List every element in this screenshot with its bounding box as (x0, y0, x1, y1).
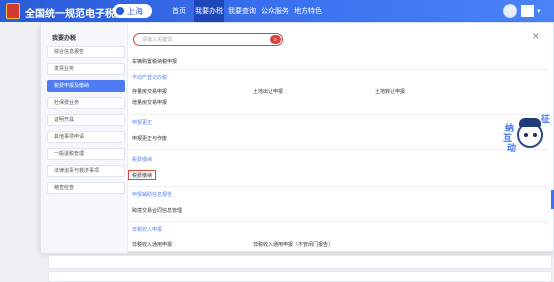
link-land-out[interactable]: 土地出让申报 (253, 88, 283, 95)
mascot-char: 动 (507, 144, 517, 154)
nav-home[interactable]: 首页 (167, 0, 191, 22)
user-avatar-icon[interactable] (503, 4, 517, 18)
mascot-char: 征 (541, 115, 551, 125)
section-correction: 申报更正 (132, 120, 153, 126)
background-card (48, 255, 552, 269)
link-stock-house[interactable]: 存量房交易申报 (132, 88, 167, 95)
interaction-mascot[interactable]: 征 纳 互 动 (503, 112, 552, 154)
sidebar-item-refund[interactable]: 一般退税管理 (47, 148, 125, 160)
sidebar-item-info-report[interactable]: 综合信息报告 (47, 46, 125, 58)
link-nontax-general[interactable]: 非税收入通用申报 (132, 241, 172, 248)
background-card (48, 271, 552, 282)
section-pay: 税费缴纳 (132, 157, 153, 163)
sidebar-item-declare-pay[interactable]: 税费申报及缴纳 (47, 80, 125, 92)
link-correct-void[interactable]: 申报更正与作废 (132, 135, 167, 142)
divider (129, 186, 549, 187)
top-bar: 全国统一规范电子税务局 上海 首页 我要办税 我要查询 公众服务 地方特色 ▾ (0, 0, 554, 22)
sidebar-item-certificate[interactable]: 证明开具 (47, 114, 125, 126)
sidebar-heading: 我要办税 (52, 35, 77, 42)
nav-local-feature[interactable]: 地方特色 (293, 0, 323, 22)
link-contract-info[interactable]: 跨境交易合同信息管理 (132, 207, 182, 214)
sidebar-item-invoice[interactable]: 发票业务 (47, 63, 125, 75)
sidebar-item-social-security[interactable]: 社保费业务 (47, 97, 125, 109)
sidebar-item-inspection[interactable]: 稽查检查 (47, 182, 125, 194)
user-name-box[interactable] (521, 5, 534, 17)
divider (129, 69, 549, 70)
search-placeholder: 请输入关键词 (142, 37, 173, 43)
search-icon[interactable]: ⌕ (270, 35, 281, 44)
link-vehicle-purchase-tax[interactable]: 车辆购置税纳税申报 (132, 58, 177, 65)
nav-do-tax[interactable]: 我要办税 (194, 0, 224, 22)
close-icon[interactable]: ✕ (532, 32, 540, 42)
search-input[interactable]: 请输入关键词 ⌕ (133, 33, 283, 46)
divider (129, 221, 549, 222)
link-tax-payment[interactable]: 税费缴纳 (132, 172, 152, 179)
tax-emblem-icon (6, 3, 20, 19)
section-property: 不动产登记办税 (132, 75, 168, 81)
location-pin-icon (116, 7, 124, 15)
tax-menu-panel: 我要办税 综合信息报告 发票业务 税费申报及缴纳 社保费业务 证明开具 其他事项… (40, 22, 554, 253)
mascot-eye-icon (524, 133, 528, 137)
section-contract: 申报辅助信息报告 (132, 192, 173, 198)
region-selector[interactable]: 上海 (113, 4, 152, 18)
mascot-hat-icon (519, 118, 541, 127)
link-incremental-house[interactable]: 增量房交易申报 (132, 99, 167, 106)
sidebar-item-legal[interactable]: 法律追责与救济事项 (47, 165, 125, 177)
sidebar: 我要办税 综合信息报告 发票业务 税费申报及缴纳 社保费业务 证明开具 其他事项… (41, 23, 128, 253)
nav-public-service[interactable]: 公众服务 (260, 0, 290, 22)
link-land-transfer[interactable]: 土地转让申报 (375, 88, 405, 95)
divider (129, 149, 549, 150)
region-label: 上海 (127, 6, 143, 16)
divider (129, 114, 549, 115)
sidebar-item-other-request[interactable]: 其他事项申请 (47, 131, 125, 143)
mascot-eye-icon (533, 133, 537, 137)
nav-query[interactable]: 我要查询 (227, 0, 257, 22)
link-nontax-other[interactable]: 非税收入通用申报（不管闲门报告） (253, 241, 333, 248)
section-nontax: 非税收入申报 (132, 227, 163, 233)
chevron-down-icon[interactable]: ▾ (537, 7, 541, 15)
